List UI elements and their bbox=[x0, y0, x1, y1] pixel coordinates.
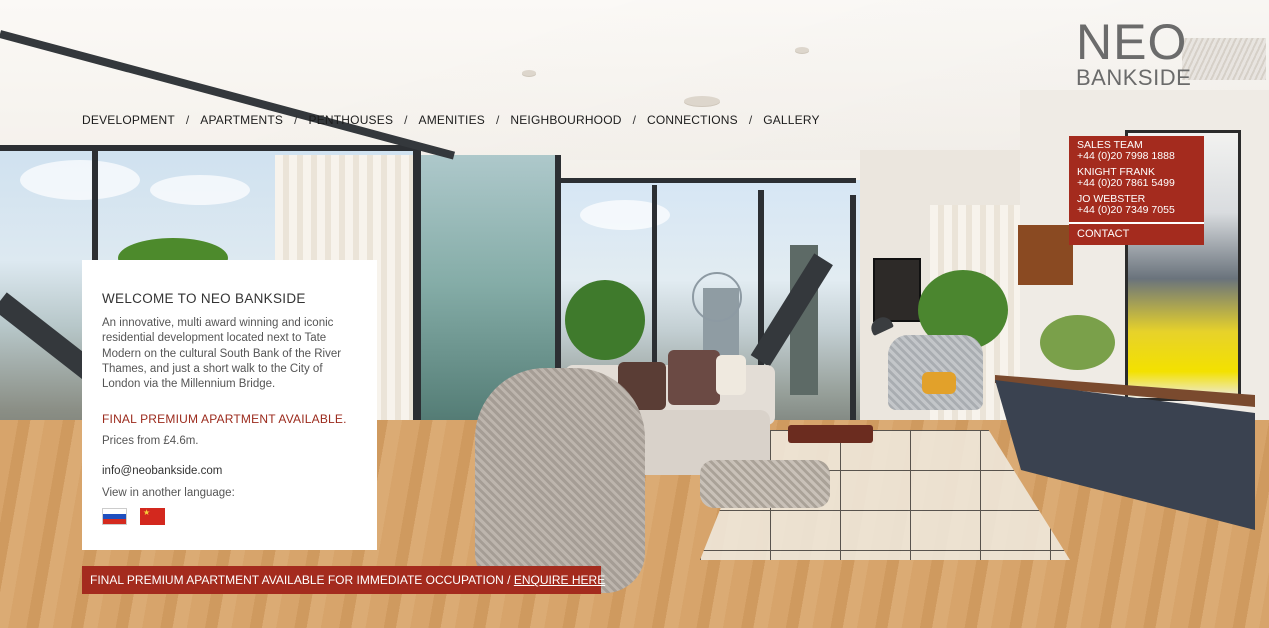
email-link[interactable]: info@neobankside.com bbox=[102, 465, 222, 477]
nav-separator: / bbox=[294, 113, 298, 127]
logo-line-neo: NEO bbox=[1076, 14, 1188, 70]
china-flag-icon[interactable]: ★ bbox=[140, 508, 165, 525]
ceiling-light bbox=[684, 96, 720, 106]
ceiling-light bbox=[795, 47, 809, 53]
contact-knight-frank: KNIGHT FRANK +44 (0)20 7861 5499 bbox=[1069, 163, 1204, 190]
enquire-link[interactable]: ENQUIRE HERE bbox=[514, 573, 605, 587]
nav-separator: / bbox=[496, 113, 500, 127]
contact-jo-webster: JO WEBSTER +44 (0)20 7349 7055 bbox=[1069, 190, 1204, 217]
nav-separator: / bbox=[748, 113, 753, 127]
nav-separator: / bbox=[185, 113, 190, 127]
welcome-description: An innovative, multi award winning and i… bbox=[102, 317, 342, 391]
availability-banner: FINAL PREMIUM APARTMENT AVAILABLE FOR IM… bbox=[82, 566, 605, 594]
nav-gallery[interactable]: GALLERY bbox=[763, 113, 820, 127]
premium-availability: FINAL PREMIUM APARTMENT AVAILABLE. bbox=[102, 412, 347, 426]
contact-sales-team: SALES TEAM +44 (0)20 7998 1888 bbox=[1069, 136, 1204, 163]
contact-button[interactable]: CONTACT bbox=[1069, 222, 1204, 245]
contact-name: JO WEBSTER bbox=[1077, 193, 1146, 205]
ceiling-light bbox=[522, 70, 536, 76]
london-eye bbox=[692, 272, 742, 322]
contact-name: KNIGHT FRANK bbox=[1077, 166, 1155, 178]
nav-development[interactable]: DEVELOPMENT bbox=[82, 113, 175, 127]
nav-penthouses[interactable]: PENTHOUSES bbox=[308, 113, 393, 127]
main-nav: DEVELOPMENT / APARTMENTS / PENTHOUSES / … bbox=[82, 113, 820, 127]
armchair bbox=[475, 368, 645, 593]
banner-text: FINAL PREMIUM APARTMENT AVAILABLE FOR IM… bbox=[90, 573, 514, 587]
contact-panel: SALES TEAM +44 (0)20 7998 1888 KNIGHT FR… bbox=[1069, 136, 1204, 245]
nav-separator: / bbox=[404, 113, 408, 127]
contact-phone[interactable]: +44 (0)20 7998 1888 bbox=[1077, 150, 1196, 162]
contact-phone[interactable]: +44 (0)20 7349 7055 bbox=[1077, 204, 1196, 216]
nav-neighbourhood[interactable]: NEIGHBOURHOOD bbox=[510, 113, 621, 127]
contact-name: SALES TEAM bbox=[1077, 139, 1143, 151]
welcome-card: WELCOME TO NEO BANKSIDE An innovative, m… bbox=[82, 260, 377, 550]
brand-logo[interactable]: NEO BANKSIDE bbox=[1076, 14, 1201, 90]
russia-flag-icon[interactable] bbox=[102, 508, 127, 525]
nav-connections[interactable]: CONNECTIONS bbox=[647, 113, 738, 127]
contact-phone[interactable]: +44 (0)20 7861 5499 bbox=[1077, 177, 1196, 189]
welcome-title: WELCOME TO NEO BANKSIDE bbox=[102, 291, 306, 306]
logo-line-bankside: BANKSIDE bbox=[1076, 65, 1192, 90]
nav-separator: / bbox=[632, 113, 636, 127]
price-text: Prices from £4.6m. bbox=[102, 435, 199, 447]
nav-amenities[interactable]: AMENITIES bbox=[419, 113, 485, 127]
nav-apartments[interactable]: APARTMENTS bbox=[200, 113, 283, 127]
language-prompt: View in another language: bbox=[102, 487, 235, 499]
